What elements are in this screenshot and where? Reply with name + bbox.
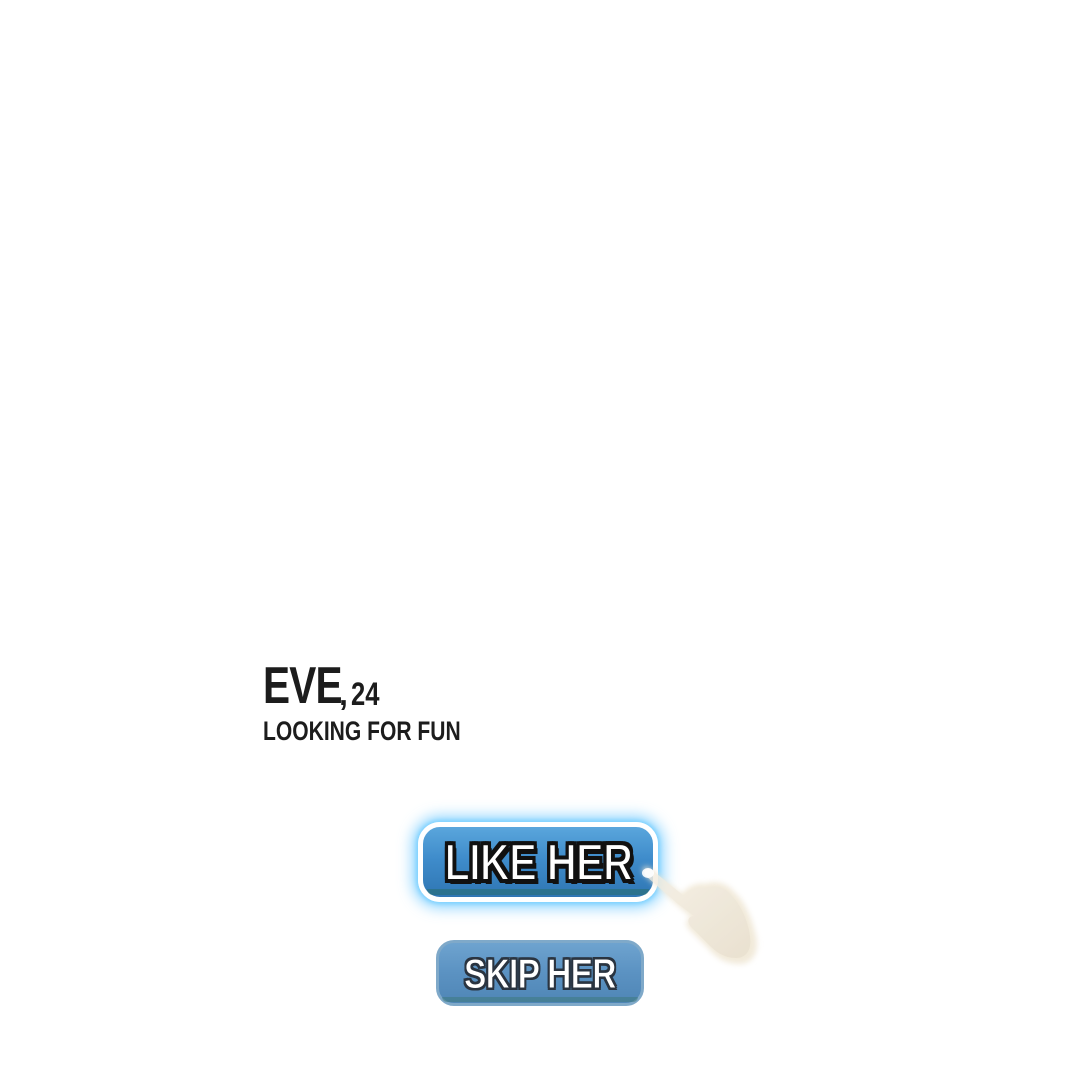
like-her-label: LIKE HER: [443, 833, 633, 893]
profile-name: EVE: [263, 657, 343, 715]
name-row: EVE , 24: [263, 660, 516, 712]
profile-tagline: LOOKING FOR FUN: [263, 716, 461, 746]
like-her-button[interactable]: LIKE HER: [418, 822, 658, 902]
skip-her-label: SKIP HER: [464, 950, 617, 998]
profile-card: EVE , 24 LOOKING FOR FUN: [263, 660, 516, 747]
skip-her-button[interactable]: SKIP HER: [436, 940, 644, 1006]
ad-canvas: EVE , 24 LOOKING FOR FUN LIKE HER SKIP H…: [0, 0, 1080, 1080]
profile-age: 24: [350, 676, 380, 712]
